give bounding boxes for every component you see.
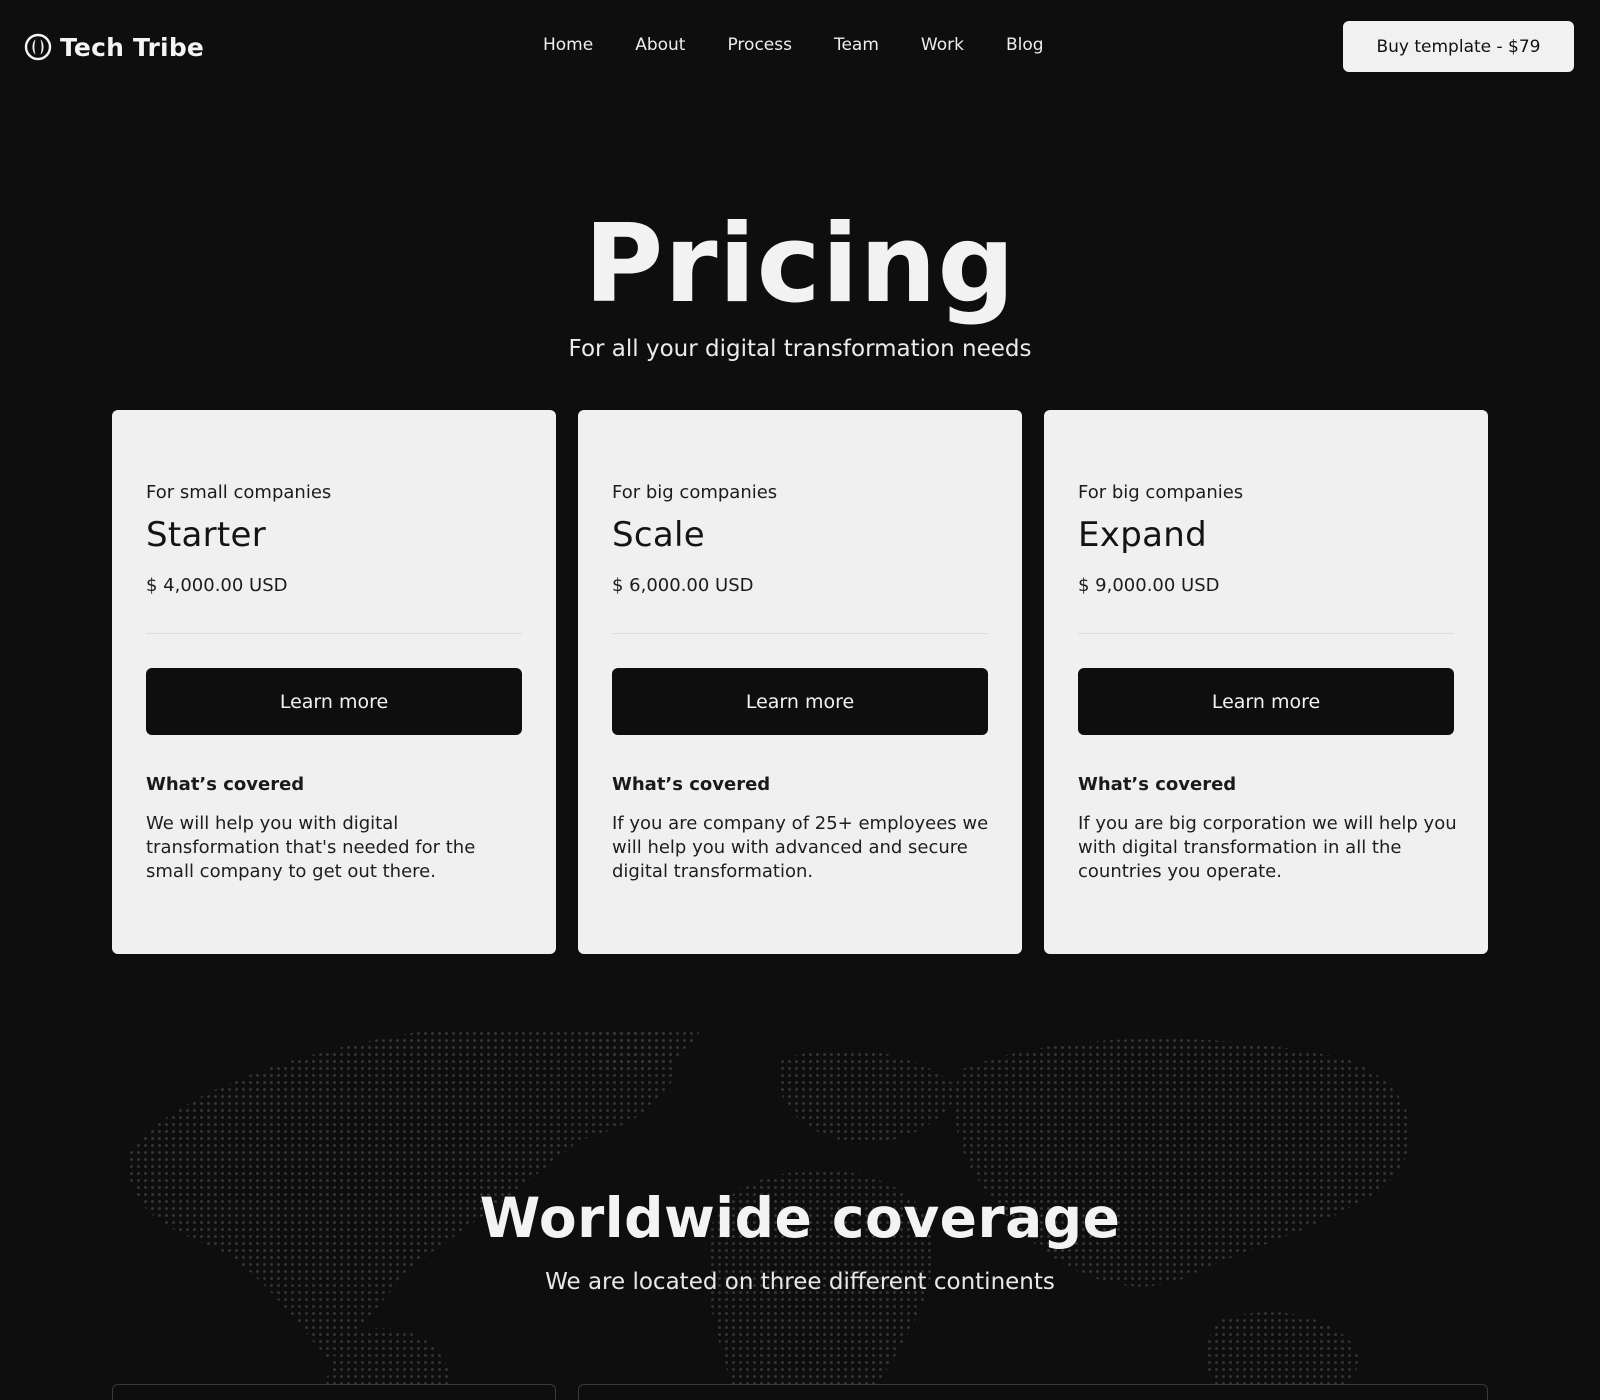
card-divider: [146, 633, 522, 634]
nav-item-home[interactable]: Home: [543, 35, 593, 55]
page-subtitle: For all your digital transformation need…: [568, 336, 1032, 362]
coverage-subtitle: We are located on three different contin…: [545, 1269, 1055, 1295]
plan-audience: For big companies: [612, 482, 778, 503]
site-header: Tech Tribe Home About Process Team Work …: [0, 0, 1600, 92]
nav-item-work[interactable]: Work: [921, 35, 964, 55]
main-nav: Home About Process Team Work Blog: [543, 35, 1044, 55]
covered-heading: What’s covered: [1078, 774, 1237, 795]
plan-name: Starter: [146, 515, 267, 555]
buy-template-button[interactable]: Buy template - $79: [1343, 21, 1574, 72]
location-card: [578, 1384, 1488, 1400]
plan-price: $ 4,000.00 USD: [146, 575, 288, 596]
card-divider: [612, 633, 988, 634]
nav-item-process[interactable]: Process: [727, 35, 792, 55]
plan-price: $ 9,000.00 USD: [1078, 575, 1220, 596]
covered-description: We will help you with digital transforma…: [146, 813, 476, 882]
plan-audience: For big companies: [1078, 482, 1244, 503]
learn-more-button[interactable]: Learn more: [1078, 668, 1454, 735]
plan-audience: For small companies: [146, 482, 332, 503]
nav-item-blog[interactable]: Blog: [1006, 35, 1044, 55]
plan-name: Scale: [612, 515, 705, 555]
page-title: Pricing: [584, 202, 1016, 327]
tech-tribe-logo-icon: [24, 33, 52, 61]
page: Tech Tribe Home About Process Team Work …: [0, 0, 1600, 1400]
covered-heading: What’s covered: [146, 774, 305, 795]
covered-heading: What’s covered: [612, 774, 771, 795]
plan-price: $ 6,000.00 USD: [612, 575, 754, 596]
brand-logo[interactable]: Tech Tribe: [24, 30, 204, 64]
plan-card-starter: For small companies Starter $ 4,000.00 U…: [112, 410, 556, 954]
plan-card-scale: For big companies Scale $ 6,000.00 USD L…: [578, 410, 1022, 954]
plan-name: Expand: [1078, 515, 1207, 555]
card-divider: [1078, 633, 1454, 634]
brand-name: Tech Tribe: [60, 32, 205, 62]
covered-description: If you are big corporation we will help …: [1078, 813, 1457, 882]
coverage-title: Worldwide coverage: [479, 1186, 1121, 1250]
nav-item-team[interactable]: Team: [834, 35, 879, 55]
nav-item-about[interactable]: About: [635, 35, 685, 55]
plan-card-expand: For big companies Expand $ 9,000.00 USD …: [1044, 410, 1488, 954]
learn-more-button[interactable]: Learn more: [612, 668, 988, 735]
location-card: [112, 1384, 556, 1400]
covered-description: If you are company of 25+ employees we w…: [612, 813, 989, 882]
learn-more-button[interactable]: Learn more: [146, 668, 522, 735]
